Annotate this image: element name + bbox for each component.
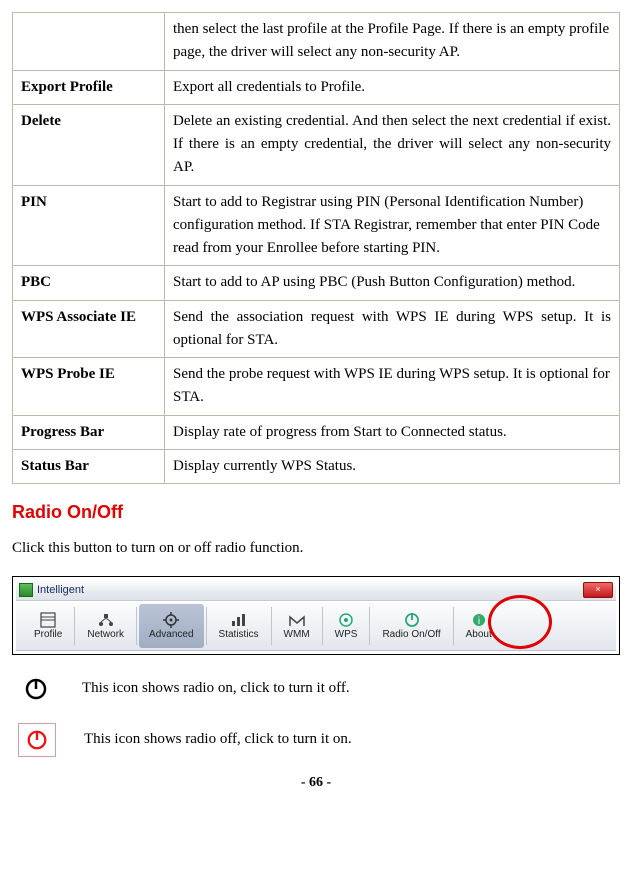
desc-cell: Send the association request with WPS IE… xyxy=(165,300,620,358)
term-cell xyxy=(13,13,165,71)
wps-icon xyxy=(336,611,356,629)
titlebar: Intelligent × xyxy=(16,580,616,601)
toolbar-btn-wmm[interactable]: WMM xyxy=(274,604,320,648)
close-button[interactable]: × xyxy=(583,582,613,598)
term-cell: PIN xyxy=(13,185,165,266)
toolbar-btn-radio[interactable]: Radio On/Off xyxy=(372,604,450,648)
about-icon: i xyxy=(469,611,489,629)
wmm-icon xyxy=(287,611,307,629)
desc-cell: Start to add to Registrar using PIN (Per… xyxy=(165,185,620,266)
table-row: Delete Delete an existing credential. An… xyxy=(13,104,620,185)
desc-cell: Display currently WPS Status. xyxy=(165,449,620,483)
desc-cell: Export all credentials to Profile. xyxy=(165,70,620,104)
table-row: WPS Associate IE Send the association re… xyxy=(13,300,620,358)
table-row: Status Bar Display currently WPS Status. xyxy=(13,449,620,483)
toolbar-label: Profile xyxy=(34,629,62,640)
desc-cell: Start to add to AP using PBC (Push Butto… xyxy=(165,266,620,300)
term-cell: Export Profile xyxy=(13,70,165,104)
svg-text:i: i xyxy=(478,616,480,627)
legend-row-on: This icon shows radio on, click to turn … xyxy=(18,673,620,705)
toolbar-btn-advanced[interactable]: Advanced xyxy=(139,604,203,648)
advanced-icon xyxy=(161,611,181,629)
toolbar-label: Network xyxy=(87,629,124,640)
toolbar-label: WPS xyxy=(335,629,358,640)
desc-cell: Delete an existing credential. And then … xyxy=(165,104,620,185)
table-row: Progress Bar Display rate of progress fr… xyxy=(13,415,620,449)
toolbar-btn-network[interactable]: Network xyxy=(77,604,134,648)
statistics-icon xyxy=(229,611,249,629)
table-row: Export Profile Export all credentials to… xyxy=(13,70,620,104)
radio-on-icon xyxy=(18,673,54,705)
radio-off-icon xyxy=(18,723,56,757)
term-cell: WPS Probe IE xyxy=(13,358,165,416)
legend-text: This icon shows radio on, click to turn … xyxy=(82,680,350,697)
toolbar-label: WMM xyxy=(284,629,310,640)
table-row: WPS Probe IE Send the probe request with… xyxy=(13,358,620,416)
section-intro: Click this button to turn on or off radi… xyxy=(12,537,620,560)
toolbar-label: About xyxy=(466,629,492,640)
toolbar-btn-profile[interactable]: Profile xyxy=(24,604,72,648)
table-row: PIN Start to add to Registrar using PIN … xyxy=(13,185,620,266)
table-row: then select the last profile at the Prof… xyxy=(13,13,620,71)
desc-cell: then select the last profile at the Prof… xyxy=(165,13,620,71)
term-cell: WPS Associate IE xyxy=(13,300,165,358)
desc-cell: Display rate of progress from Start to C… xyxy=(165,415,620,449)
toolbar: Profile Network Advanced Statistics WMM … xyxy=(16,601,616,651)
toolbar-btn-wps[interactable]: WPS xyxy=(325,604,368,648)
legend-text: This icon shows radio off, click to turn… xyxy=(84,731,352,748)
profile-icon xyxy=(38,611,58,629)
desc-cell: Send the probe request with WPS IE durin… xyxy=(165,358,620,416)
radio-icon xyxy=(402,611,422,629)
network-icon xyxy=(96,611,116,629)
term-cell: Progress Bar xyxy=(13,415,165,449)
app-screenshot: Intelligent × Profile Network Advanced S… xyxy=(12,576,620,655)
legend-row-off: This icon shows radio off, click to turn… xyxy=(18,723,620,757)
toolbar-btn-statistics[interactable]: Statistics xyxy=(209,604,269,648)
toolbar-label: Statistics xyxy=(219,629,259,640)
toolbar-btn-about[interactable]: i About xyxy=(456,604,502,648)
term-cell: Status Bar xyxy=(13,449,165,483)
table-row: PBC Start to add to AP using PBC (Push B… xyxy=(13,266,620,300)
definitions-table: then select the last profile at the Prof… xyxy=(12,12,620,484)
section-heading-radio: Radio On/Off xyxy=(12,502,620,523)
toolbar-label: Radio On/Off xyxy=(382,629,440,640)
toolbar-label: Advanced xyxy=(149,629,193,640)
page-number: - 66 - xyxy=(12,775,620,791)
term-cell: Delete xyxy=(13,104,165,185)
term-cell: PBC xyxy=(13,266,165,300)
app-icon xyxy=(19,583,33,597)
window-title: Intelligent xyxy=(37,584,84,596)
